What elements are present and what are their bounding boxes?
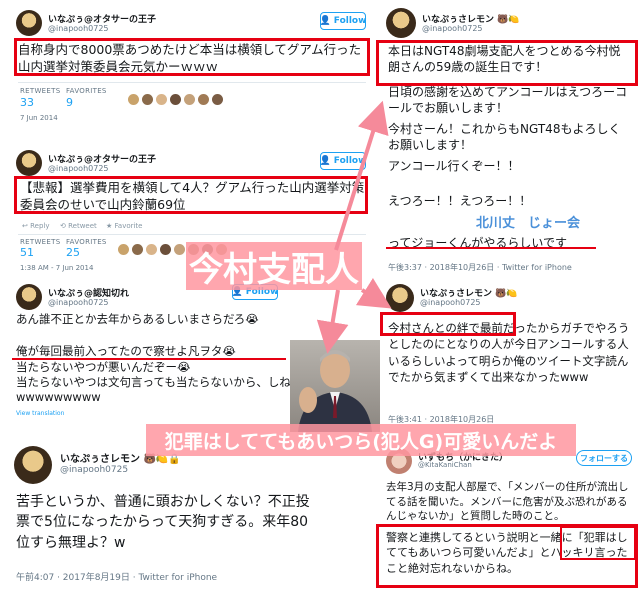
follow-button[interactable]: 👤 Follow — [320, 12, 366, 30]
user-handle[interactable]: @inapooh0725 — [48, 298, 109, 307]
tweet-time: 7 Jun 2014 — [20, 114, 58, 122]
quote-banner: 犯罪はしててもあいつら(犯人G)可愛いんだよ — [146, 424, 576, 456]
retweet-action[interactable]: ⟲ Retweet — [60, 222, 97, 230]
tweet-time: 午後3:37 · 2018年10月26日 · Twitter for iPhon… — [388, 263, 572, 272]
underline — [12, 358, 286, 360]
emoji-badges: 🐻🍋 — [497, 15, 520, 25]
user-handle[interactable]: @KitaKaniChan — [418, 461, 472, 469]
reply-action[interactable]: ↩ Reply — [22, 222, 49, 230]
avatar[interactable] — [16, 150, 42, 176]
tweet-time: 午前4:07 · 2017年8月19日 · Twitter for iPhone — [16, 573, 218, 583]
tweet-line-4: アンコール行くぞー！！ — [388, 159, 520, 173]
favorites-label: FAVORITES — [66, 87, 107, 95]
highlight-box — [376, 40, 638, 86]
tweet-card-4: いなぷぅさレモン 🐻🍋🔒 @inapooh0725 苦手というか、普通に頭おかし… — [8, 440, 338, 588]
user-handle[interactable]: @inapooh0725 — [48, 164, 109, 173]
divider — [18, 82, 366, 83]
manager-label: 今村支配人 — [186, 242, 362, 290]
highlight-box — [14, 176, 368, 214]
tweet-line-1: あん誰不正とか去年からあるしいまさらだろ😭 — [16, 312, 259, 326]
avatar[interactable] — [386, 284, 414, 312]
highlight-box — [14, 38, 370, 76]
highlight-box — [560, 526, 636, 560]
underline — [386, 247, 596, 249]
divider — [18, 234, 366, 235]
arrow-to-tweet6 — [355, 277, 392, 309]
star-icon: ★ — [106, 222, 115, 230]
favorite-action[interactable]: ★ Favorite — [106, 222, 143, 230]
names-caption: 北川丈 じょー会 — [476, 212, 581, 231]
tweet-text: 苦手というか、普通に頭おかしくない？不正投票で5位になったからって天狗すぎる。来… — [16, 494, 310, 551]
tweet-line-6: えつろー！！えつろー！！ — [388, 194, 532, 208]
retweets-label: RETWEETS — [20, 87, 61, 95]
retweet-icon: ⟲ — [60, 222, 69, 230]
favorites-count[interactable]: 9 — [66, 96, 73, 109]
avatar[interactable] — [386, 8, 416, 38]
tweet-line-2: 日頃の感謝を込めてアンコールはえつろーコールでお願いします！ — [388, 85, 628, 115]
tweet-line-3: 今村さーん！これからもNGT48もよろしくお願いします！ — [388, 122, 621, 152]
tweet-line-8: ってジョーくんがやるらしいです — [388, 236, 568, 250]
retweets-count[interactable]: 51 — [20, 246, 34, 259]
tweet-card-6: いなぷぅさレモン 🐻🍋 @inapooh0725 今村さんとの絆で最前だったから… — [380, 280, 636, 426]
favorites-label: FAVORITES — [66, 238, 107, 246]
retweets-count[interactable]: 33 — [20, 96, 34, 109]
highlight-box — [380, 312, 516, 336]
user-handle[interactable]: @inapooh0725 — [60, 465, 128, 475]
avatar[interactable] — [14, 446, 52, 484]
tweet-time: 1:38 AM - 7 Jun 2014 — [20, 264, 94, 272]
user-handle[interactable]: @inapooh0725 — [48, 24, 109, 33]
follow-icon: 👤 — [319, 16, 331, 26]
tweet-text: 去年3月の支配人部屋で、「メンバーの住所が流出してる話を聞いた。メンバーに危害が… — [386, 481, 629, 523]
user-handle[interactable]: @inapooh0725 — [420, 298, 481, 307]
retweets-label: RETWEETS — [20, 238, 61, 246]
person-photo — [290, 340, 380, 432]
emoji-badges: 🐻🍋 — [495, 289, 518, 299]
person-silhouette-icon — [298, 350, 372, 432]
user-handle[interactable]: @inapooh0725 — [422, 24, 483, 33]
tweet-card-3: いなぷぅ@認知切れ @inapooh0725 あん誰不正とか去年からあるしいまさ… — [8, 282, 328, 402]
follow-button[interactable]: フォローする — [576, 450, 632, 466]
favorites-count[interactable]: 25 — [66, 246, 80, 259]
follow-icon: 👤 — [319, 156, 331, 166]
tweet-line-3: 当たらないやつが悪いんだぞー😭 — [16, 360, 191, 374]
arrow-to-photo — [316, 289, 349, 354]
avatar[interactable] — [16, 284, 42, 310]
tweet-line-2: 俺が毎回最前入ってたので察せよ凡ヲタ😭 — [16, 344, 236, 358]
avatar[interactable] — [16, 10, 42, 36]
view-translation-link[interactable]: View translation — [16, 410, 64, 417]
tweet-line-4: 当たらないやつは文句言っても当たらないから、しねーwwwwwwwww — [16, 375, 303, 402]
follow-button[interactable]: 👤 Follow — [320, 152, 366, 170]
reply-icon: ↩ — [22, 222, 31, 230]
